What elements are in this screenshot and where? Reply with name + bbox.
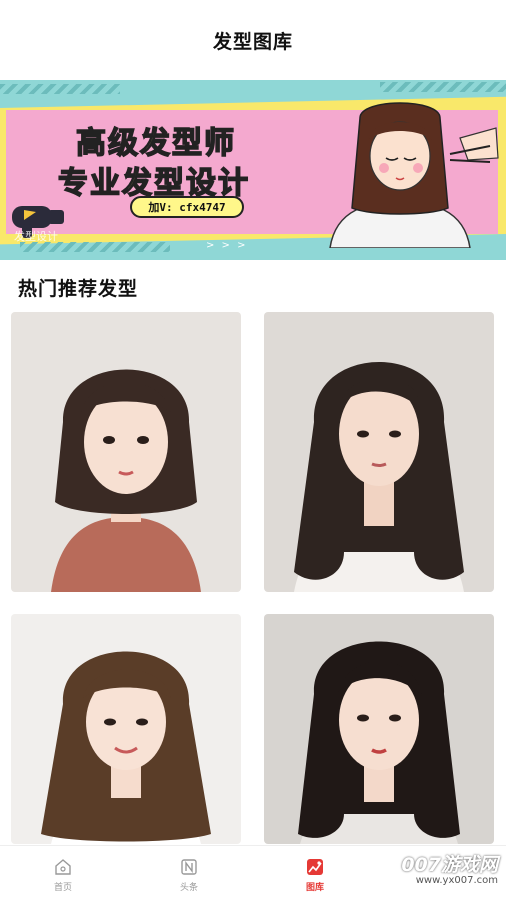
stylist-girl-illustration	[329, 102, 499, 248]
tab-gallery[interactable]: 图库	[252, 846, 378, 900]
page-header: 发型图库	[0, 0, 506, 80]
tab-label: 头条	[179, 882, 198, 893]
hairstyle-card[interactable]	[11, 614, 241, 844]
tab-label: 图库	[305, 882, 324, 893]
hairstyle-card[interactable]	[264, 312, 494, 592]
hairstyle-photo	[298, 641, 460, 844]
home-icon	[55, 858, 71, 875]
gallery-icon	[307, 858, 323, 875]
tab-home[interactable]: 首页	[0, 846, 126, 900]
tab-label: 首页	[53, 882, 72, 893]
hairstyle-photo	[41, 651, 211, 844]
watermark-logo-text: 007游戏网	[401, 854, 498, 876]
news-icon	[181, 858, 197, 875]
tab-news[interactable]: 头条	[126, 846, 252, 900]
banner-stripes-right	[380, 82, 506, 92]
hairstyle-card[interactable]	[11, 312, 241, 592]
hairstyle-card[interactable]	[264, 614, 494, 844]
banner-contact-pill: 加V: cfx4747	[130, 196, 244, 218]
hairstyle-photo	[51, 369, 201, 592]
banner-headline-1: 高级发型师	[75, 125, 236, 162]
hairstyle-photo	[294, 362, 464, 592]
page-title: 发型图库	[212, 30, 293, 53]
section-title: 热门推荐发型	[18, 278, 139, 300]
promo-banner[interactable]: 高级发型师 专业发型设计 加V: cfx4747 发型设计 > > >	[0, 80, 506, 260]
banner-faded-text: 发型设计	[14, 230, 58, 243]
site-watermark: 007游戏网 www.yx007.com	[388, 850, 498, 886]
banner-arrows: > > >	[206, 240, 248, 251]
banner-stripes-left	[0, 84, 120, 94]
